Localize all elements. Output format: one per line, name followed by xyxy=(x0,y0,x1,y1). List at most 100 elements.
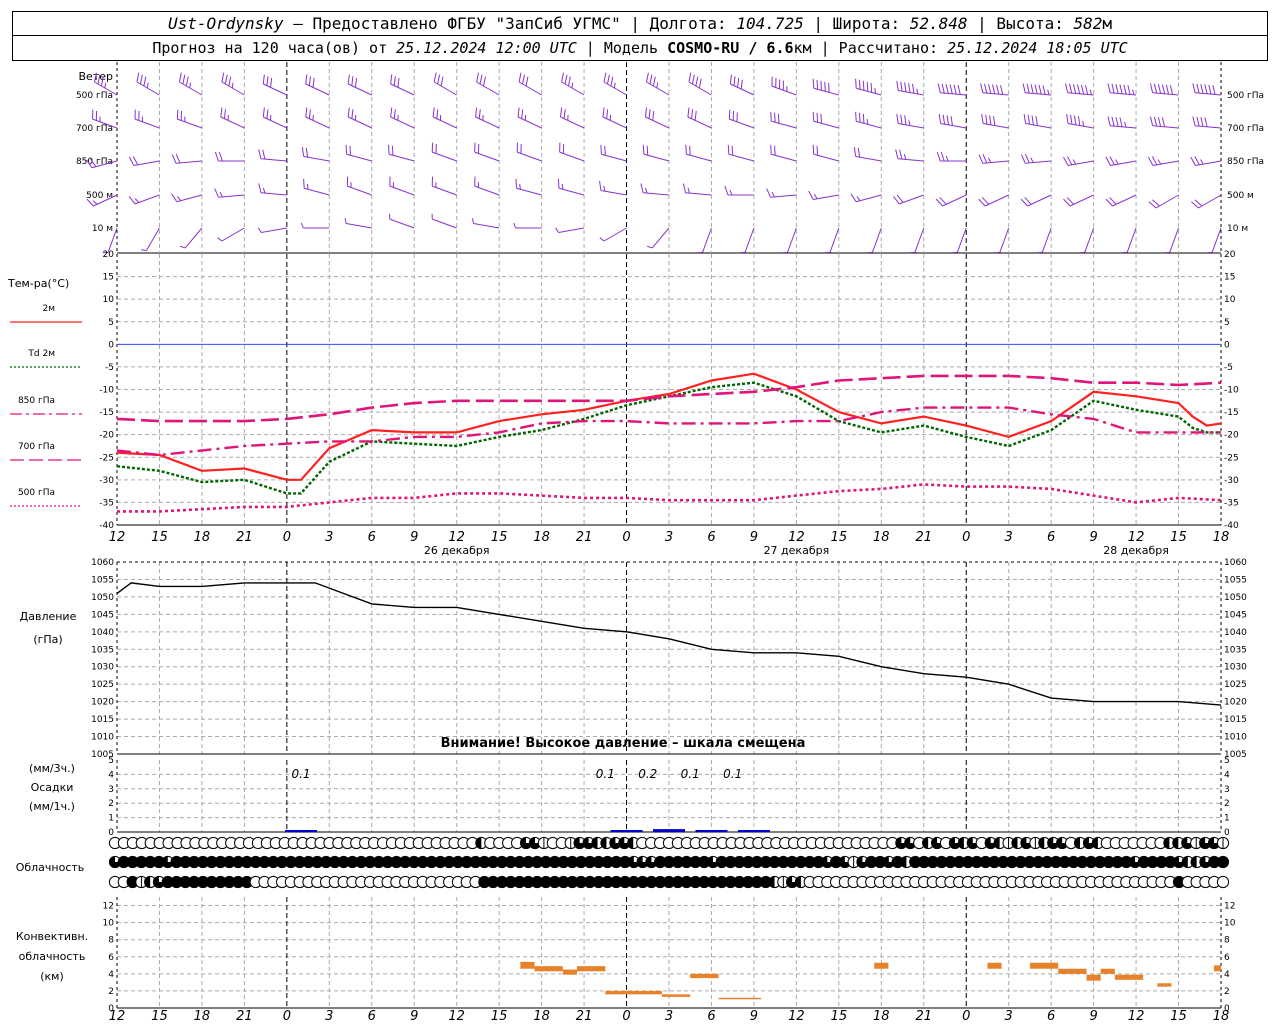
wind-barb-feather xyxy=(1063,156,1069,166)
precip-bar xyxy=(737,830,770,832)
pressure-tick-label: 1015 xyxy=(91,715,114,725)
day-label: 28 декабря xyxy=(1103,544,1169,557)
wind-barb-feather xyxy=(980,83,984,93)
wind-barb-feather xyxy=(1021,154,1026,164)
temp-hour-label: 3 xyxy=(325,530,333,545)
wind-barb-feather xyxy=(1076,84,1081,94)
wind-barb-feather xyxy=(525,76,529,87)
wind-barb-feather xyxy=(266,76,269,86)
wind-barb-feather xyxy=(312,77,315,88)
wind-barb-feather xyxy=(390,107,393,118)
wind-barb-half-feather xyxy=(561,183,564,190)
pressure-tick-label: 1050 xyxy=(1224,593,1247,603)
wind-barb-feather xyxy=(652,76,656,87)
wind-barb-half-feather xyxy=(687,187,691,194)
conv-tick-label: 4 xyxy=(1224,970,1230,980)
wind-barb-feather xyxy=(737,77,740,88)
wind-barb-feather xyxy=(1042,85,1046,95)
wind-barb-feather xyxy=(1192,116,1196,126)
wind-barb-feather xyxy=(816,79,819,90)
wind-barb-half-feather xyxy=(555,227,559,233)
wind-barb-feather xyxy=(136,72,140,83)
temp-hour-label: 6 xyxy=(707,530,715,545)
conv-cloud-segment xyxy=(718,997,761,1000)
wind-barb-feather xyxy=(1000,85,1004,95)
wind-barb-feather xyxy=(347,74,350,85)
temp-hour-label: 18 xyxy=(873,530,890,545)
wind-barb-feather xyxy=(303,178,305,189)
conv-cloud-segment xyxy=(1029,962,1059,969)
day-label: 27 декабря xyxy=(764,544,830,557)
wind-barb-feather xyxy=(812,111,815,122)
temp-tick-label: 15 xyxy=(1224,273,1235,283)
conv-hour-label: 0 xyxy=(962,1009,970,1024)
wind-barb-feather xyxy=(349,145,352,156)
wind-barb-half-feather xyxy=(262,187,266,194)
precip-tick-label: 0 xyxy=(1224,828,1230,838)
wind-barb-feather xyxy=(1165,84,1170,95)
temp-hour-label: 9 xyxy=(750,530,758,545)
wind-barb-feather xyxy=(1111,116,1115,127)
temp-hour-label: 0 xyxy=(622,530,630,545)
wind-barb-feather xyxy=(682,183,687,193)
conv-tick-label: 12 xyxy=(103,902,114,912)
pressure-tick-label: 1050 xyxy=(91,593,114,603)
wind-barb-half-feather xyxy=(1124,121,1127,128)
wind-barb-feather xyxy=(1115,84,1119,94)
wind-barb-feather xyxy=(816,145,819,156)
conv-hour-label: 12 xyxy=(1128,1009,1145,1024)
temp-tick-label: -35 xyxy=(1224,498,1239,508)
conv-hour-label: 15 xyxy=(1170,1009,1187,1024)
wind-barb-feather xyxy=(866,81,869,92)
temp-tick-label: 0 xyxy=(1224,340,1230,350)
wind-barb-feather xyxy=(1027,114,1030,125)
wind-barb-feather xyxy=(478,109,481,119)
wind-barb-feather xyxy=(305,147,309,158)
wind-barb-feather xyxy=(228,76,232,87)
wind-barb-half-feather xyxy=(771,191,775,198)
wind-barb-feather xyxy=(175,154,181,164)
wind-barb-feather xyxy=(816,112,819,123)
pressure-tick-label: 1020 xyxy=(1224,698,1247,708)
precip-bar xyxy=(610,830,643,832)
wind-barb-feather xyxy=(896,114,899,124)
wind-barb-feather xyxy=(600,144,602,155)
wind-barb-feather xyxy=(171,193,178,203)
wind-barb-feather xyxy=(862,80,865,91)
conv-hour-label: 3 xyxy=(1005,1009,1013,1024)
wind-barb-feather xyxy=(390,74,393,85)
pressure-tick-label: 1035 xyxy=(1224,645,1247,655)
wind-barb xyxy=(956,227,967,253)
conv-tick-label: 4 xyxy=(108,970,114,980)
conv-hour-label: 9 xyxy=(410,1009,418,1024)
wind-barb-feather xyxy=(1080,84,1085,95)
temp-tick-label: 5 xyxy=(108,318,114,328)
wind-barb-feather xyxy=(1023,114,1027,124)
temp-tick-label: -10 xyxy=(1224,386,1239,396)
wind-barb-feather xyxy=(351,109,354,119)
wind-barb-feather xyxy=(695,76,699,87)
wind-barb-feather xyxy=(853,147,857,157)
temp-hour-label: 6 xyxy=(1047,530,1055,545)
wind-barb-half-feather xyxy=(908,120,911,126)
wind-barb-feather xyxy=(981,114,984,124)
wind-barb-feather xyxy=(941,83,945,94)
temp-hour-label: 18 xyxy=(194,530,211,545)
conv-cloud-segment xyxy=(534,966,563,972)
conv-tick-label: 6 xyxy=(108,953,114,963)
wind-barb-half-feather xyxy=(647,245,653,249)
pressure-tick-label: 1060 xyxy=(91,558,114,568)
wind-barb-feather xyxy=(393,76,396,86)
temp-hour-label: 9 xyxy=(410,530,418,545)
pressure-line xyxy=(116,582,1222,706)
temp-hour-label: 3 xyxy=(665,530,673,545)
wind-level-label: 500 м xyxy=(1227,191,1254,201)
wind-barb-feather xyxy=(691,74,695,85)
wind-level-label: 10 м xyxy=(92,224,113,234)
wind-barb-feather xyxy=(262,107,265,118)
wind-barb-feather xyxy=(953,84,957,95)
wind-barb-feather xyxy=(1066,156,1073,166)
wind-barb-half-feather xyxy=(217,237,223,242)
wind-barb-feather xyxy=(1196,116,1200,127)
wind-barb-half-feather xyxy=(344,218,347,224)
